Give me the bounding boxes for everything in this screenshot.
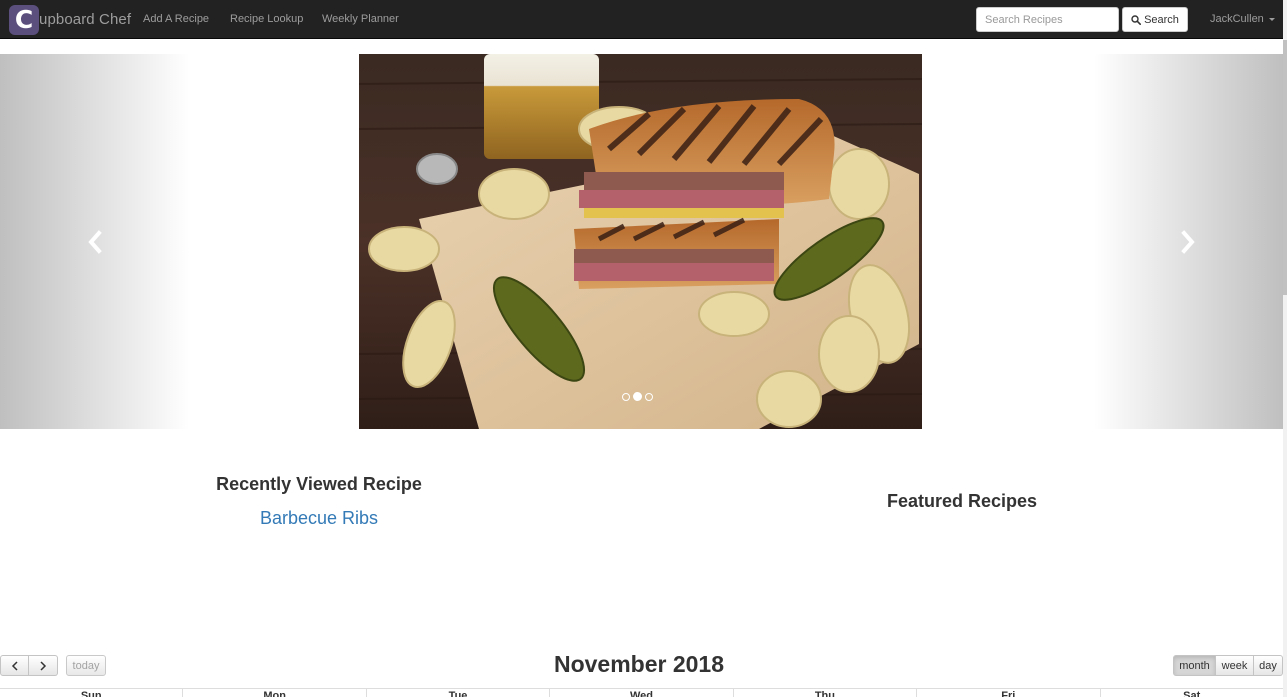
carousel-next-button[interactable] [1093,54,1283,429]
day-header-fri: Fri [917,689,1101,697]
search-button-label: Search [1144,13,1179,26]
search-icon [1131,14,1142,25]
recently-viewed-recipe-link[interactable]: Barbecue Ribs [200,508,438,529]
calendar-today-button[interactable]: today [66,655,106,676]
cuban-sandwich-photo [359,54,922,429]
top-navbar: C upboard Chef Add A Recipe Recipe Looku… [0,0,1283,39]
carousel-image [359,54,922,429]
carousel-indicator-2[interactable] [633,392,642,401]
day-header-tue: Tue [367,689,551,697]
day-header-mon: Mon [183,689,367,697]
carousel-indicator-3[interactable] [645,392,653,401]
carousel-indicators [622,392,653,401]
chevron-right-icon [1181,229,1195,254]
brand-name: upboard Chef [39,11,132,28]
calendar-next-button[interactable] [29,655,58,676]
calendar-view-week[interactable]: week [1216,655,1254,676]
day-header-thu: Thu [734,689,918,697]
day-header-sun: Sun [0,689,184,697]
calendar-day-header: Sun Mon Tue Wed Thu Fri Sat [0,688,1283,697]
recipe-carousel [0,54,1283,429]
nav-weekly-planner[interactable]: Weekly Planner [322,0,399,39]
calendar-view-month[interactable]: month [1173,655,1216,676]
search-input[interactable] [976,7,1119,32]
calendar-nav-group [0,655,58,676]
calendar-prev-button[interactable] [0,655,29,676]
search-button[interactable]: Search [1122,7,1188,32]
caret-down-icon [1268,18,1275,21]
carousel-prev-button[interactable] [0,54,190,429]
nav-add-recipe[interactable]: Add A Recipe [143,0,209,39]
chevron-right-icon [40,660,47,671]
brand[interactable]: C upboard Chef [9,4,131,35]
calendar-title: November 2018 [553,651,725,677]
chevron-left-icon [88,229,102,254]
user-menu[interactable]: JackCullen [1210,0,1275,39]
brand-logo: C [9,4,39,35]
carousel-indicator-1[interactable] [622,392,630,401]
calendar-view-group: month week day [1173,655,1283,676]
calendar-view-day[interactable]: day [1254,655,1283,676]
featured-recipes-heading: Featured Recipes [886,491,1038,511]
day-header-sat: Sat [1183,690,1201,697]
nav-recipe-lookup[interactable]: Recipe Lookup [230,0,303,39]
recently-viewed-heading: Recently Viewed Recipe [216,474,422,494]
username: JackCullen [1210,13,1264,25]
chevron-left-icon [11,660,18,671]
scrollbar-thumb[interactable] [1283,40,1287,295]
day-header-wed: Wed [550,689,734,697]
